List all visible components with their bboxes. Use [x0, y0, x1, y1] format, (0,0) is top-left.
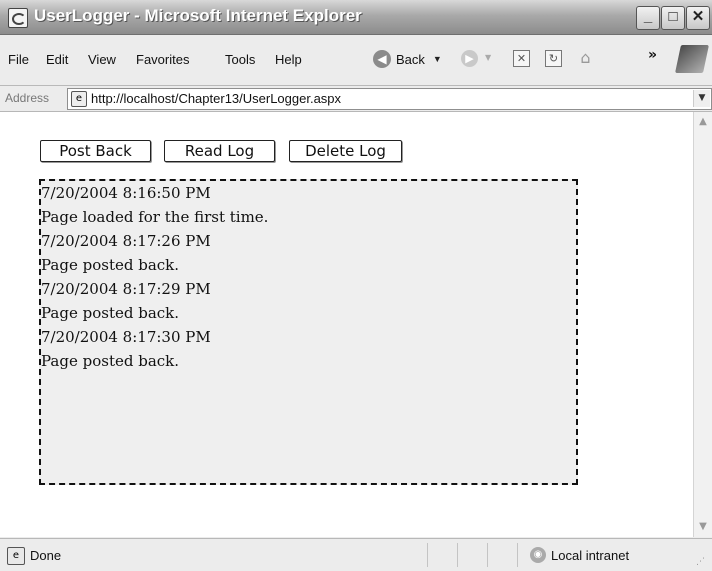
- vertical-scrollbar[interactable]: ▲ ▼: [693, 112, 712, 537]
- scroll-up-icon[interactable]: ▲: [695, 114, 711, 130]
- delete-log-button[interactable]: Delete Log: [289, 140, 402, 162]
- address-dropdown-icon[interactable]: ▼: [693, 90, 710, 107]
- menu-bar: File Edit View Favorites Tools Help ◀ Ba…: [0, 35, 712, 86]
- log-line: Page posted back.: [41, 352, 180, 370]
- security-zone-text: Local intranet: [551, 548, 630, 563]
- log-line: Page loaded for the first time.: [41, 208, 269, 226]
- refresh-icon[interactable]: ↻: [545, 50, 562, 67]
- log-line: 7/20/2004 8:17:30 PM: [41, 328, 211, 346]
- log-line: Page posted back.: [41, 256, 180, 274]
- log-line: 7/20/2004 8:17:26 PM: [41, 232, 211, 250]
- address-field[interactable]: e http://localhost/Chapter13/UserLogger.…: [67, 88, 712, 110]
- status-divider: [517, 543, 518, 567]
- forward-arrow-icon[interactable]: ▶: [461, 50, 478, 67]
- back-button[interactable]: ◀ Back ▼: [373, 47, 442, 71]
- page-icon: e: [71, 91, 87, 107]
- maximize-button[interactable]: □: [661, 6, 685, 30]
- windows-logo-icon: [675, 45, 709, 73]
- menu-item-tools[interactable]: Tools: [225, 52, 255, 67]
- menu-item-view[interactable]: View: [88, 52, 116, 67]
- status-divider: [487, 543, 488, 567]
- log-panel: 7/20/2004 8:16:50 PM Page loaded for the…: [39, 179, 578, 485]
- menu-item-edit[interactable]: Edit: [46, 52, 68, 67]
- window-title: UserLogger - Microsoft Internet Explorer: [34, 6, 362, 25]
- browser-window: UserLogger - Microsoft Internet Explorer…: [0, 0, 712, 571]
- address-bar: Address e http://localhost/Chapter13/Use…: [0, 86, 712, 112]
- menu-item-help[interactable]: Help: [275, 52, 302, 67]
- read-log-button[interactable]: Read Log: [164, 140, 275, 162]
- log-line: 7/20/2004 8:16:50 PM: [41, 184, 211, 202]
- stop-icon[interactable]: ✕: [513, 50, 530, 67]
- back-button-label: Back: [396, 51, 425, 67]
- post-back-button[interactable]: Post Back: [40, 140, 151, 162]
- status-divider: [457, 543, 458, 567]
- status-bar: e Done ◉ Local intranet ⋰: [0, 538, 712, 571]
- page-status-icon: e: [7, 547, 25, 565]
- menu-item-favorites[interactable]: Favorites: [136, 52, 189, 67]
- minimize-button[interactable]: _: [636, 6, 660, 30]
- log-line: 7/20/2004 8:17:29 PM: [41, 280, 211, 298]
- back-arrow-icon: ◀: [373, 50, 391, 68]
- home-icon[interactable]: ⌂: [578, 50, 593, 66]
- menu-item-file[interactable]: File: [8, 52, 29, 67]
- toolbar-chevron-icon[interactable]: »: [648, 47, 657, 63]
- address-label: Address: [5, 91, 50, 105]
- intranet-zone-icon: ◉: [530, 547, 546, 563]
- page-content: Post Back Read Log Delete Log 7/20/2004 …: [0, 112, 693, 537]
- status-text: Done: [30, 548, 62, 563]
- forward-dropdown-icon[interactable]: ▼: [485, 53, 491, 62]
- internet-explorer-icon: [8, 8, 28, 28]
- close-button[interactable]: ✕: [686, 6, 710, 30]
- title-bar: UserLogger - Microsoft Internet Explorer…: [0, 0, 712, 35]
- back-dropdown-icon[interactable]: ▼: [433, 54, 442, 64]
- scroll-down-icon[interactable]: ▼: [695, 519, 711, 535]
- log-line: Page posted back.: [41, 304, 180, 322]
- status-divider: [427, 543, 428, 567]
- resize-grip-icon[interactable]: ⋰: [696, 557, 705, 567]
- address-url[interactable]: http://localhost/Chapter13/UserLogger.as…: [91, 91, 341, 106]
